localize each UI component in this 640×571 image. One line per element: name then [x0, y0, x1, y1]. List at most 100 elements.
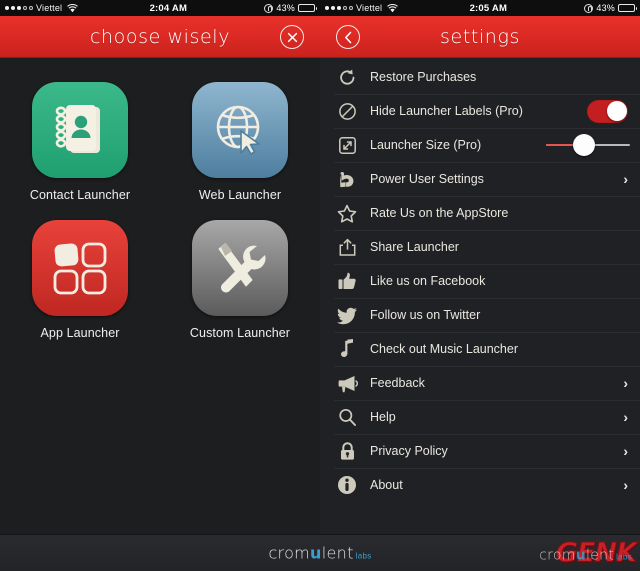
signal-dot: [11, 6, 15, 10]
right-navbar: settings: [320, 16, 640, 58]
right-nav-title: settings: [440, 26, 520, 48]
share-icon: [334, 234, 360, 260]
magnifier-icon: [334, 404, 360, 430]
status-time-right: 2:05 AM: [469, 2, 508, 14]
four-squares-icon: [32, 220, 128, 316]
info-icon: [334, 472, 360, 498]
launcher-label: Contact Launcher: [29, 188, 131, 202]
star-icon: [334, 200, 360, 226]
phone-panes: Viettel 2:04 AM 43% choose wisely Contac…: [0, 0, 640, 534]
bicep-icon: [334, 166, 360, 192]
no-entry-icon: [334, 98, 360, 124]
launcher-grid: Contact Launcher Web Launcher App Launch…: [0, 58, 320, 340]
left-navbar: choose wisely: [0, 16, 320, 58]
settings-row-power-user-settings[interactable]: Power User Settings ›: [320, 162, 640, 196]
launcher-tile-contact[interactable]: Contact Launcher: [15, 82, 145, 202]
launcher-tile-web[interactable]: Web Launcher: [175, 82, 305, 202]
settings-row-privacy-policy[interactable]: Privacy Policy ›: [320, 434, 640, 468]
wifi-icon: [67, 3, 79, 13]
twitter-bird-icon: [334, 302, 360, 328]
launcher-tile-app[interactable]: App Launcher: [15, 220, 145, 340]
settings-row-music-launcher[interactable]: Check out Music Launcher: [320, 332, 640, 366]
left-nav-title: choose wisely: [89, 26, 231, 48]
slider-knob[interactable]: [572, 134, 595, 156]
lock-icon: [334, 438, 360, 464]
settings-row-help[interactable]: Help ›: [320, 400, 640, 434]
watermark-suffix: lent: [586, 547, 615, 564]
signal-dot: [337, 6, 341, 10]
settings-row-share-launcher[interactable]: Share Launcher: [320, 230, 640, 264]
chevron-right-icon: ›: [623, 375, 628, 391]
launcher-label: Web Launcher: [198, 188, 282, 202]
settings-row-about[interactable]: About ›: [320, 468, 640, 502]
status-left-group: Viettel: [325, 3, 399, 13]
settings-row-label: Feedback: [370, 376, 425, 390]
resize-icon: [334, 132, 360, 158]
settings-row-launcher-size[interactable]: Launcher Size (Pro): [320, 128, 640, 162]
status-bar-left: Viettel 2:04 AM 43%: [0, 0, 320, 16]
settings-row-hide-launcher-labels[interactable]: Hide Launcher Labels (Pro): [320, 94, 640, 128]
signal-dot-empty: [23, 6, 27, 10]
rotation-lock-icon: [584, 3, 594, 13]
settings-row-like-facebook[interactable]: Like us on Facebook: [320, 264, 640, 298]
status-left-group: Viettel: [5, 3, 79, 13]
battery-icon: [618, 4, 637, 12]
signal-strength-dots: [325, 6, 353, 10]
globe-cursor-icon: [192, 82, 288, 178]
status-right-group: 43%: [584, 3, 637, 13]
chevron-right-icon: ›: [623, 443, 628, 459]
status-time-left: 2:04 AM: [149, 2, 188, 14]
launcher-label: App Launcher: [40, 326, 120, 340]
watermark-labs: labs: [616, 552, 632, 562]
settings-row-label: Launcher Size (Pro): [370, 138, 482, 152]
chevron-right-icon: ›: [623, 409, 628, 425]
close-icon[interactable]: [280, 25, 304, 49]
chevron-left-icon[interactable]: [336, 25, 360, 49]
footer-watermark-bar: crom u lent labs GENK crom u lent labs: [0, 534, 640, 571]
watermark-accent-letter: u: [310, 543, 322, 563]
settings-row-label: Privacy Policy: [370, 444, 448, 458]
launcher-size-slider[interactable]: [546, 134, 630, 156]
settings-row-label: Help: [370, 410, 396, 424]
settings-row-label: Share Launcher: [370, 240, 459, 254]
settings-row-label: Power User Settings: [370, 172, 484, 186]
status-bar-right: Viettel 2:05 AM 43%: [320, 0, 640, 16]
refresh-icon: [334, 64, 360, 90]
status-right-group: 43%: [264, 3, 317, 13]
signal-dot: [17, 6, 21, 10]
chevron-right-icon: ›: [623, 171, 628, 187]
hide-labels-toggle[interactable]: [587, 99, 628, 123]
hammer-wrench-icon: [192, 220, 288, 316]
cromulent-labs-watermark-right: crom u lent labs: [539, 547, 632, 563]
watermark-suffix: lent: [321, 543, 354, 563]
signal-dot: [5, 6, 9, 10]
signal-dot-empty: [349, 6, 353, 10]
watermark-prefix: crom: [539, 547, 576, 564]
launcher-tile-custom[interactable]: Custom Launcher: [175, 220, 305, 340]
watermark-labs: labs: [355, 551, 372, 561]
settings-row-rate-us[interactable]: Rate Us on the AppStore: [320, 196, 640, 230]
settings-row-label: About: [370, 478, 403, 492]
settings-row-restore-purchases[interactable]: Restore Purchases: [320, 60, 640, 94]
toggle-knob: [606, 101, 627, 121]
settings-row-label: Follow us on Twitter: [370, 308, 481, 322]
battery-percent-right: 43%: [596, 3, 615, 13]
watermark-prefix: crom: [268, 543, 311, 563]
cromulent-labs-watermark: crom u lent labs: [268, 544, 371, 563]
screenshot-root: Viettel 2:04 AM 43% choose wisely Contac…: [0, 0, 640, 571]
megaphone-icon: [334, 370, 360, 396]
music-note-icon: [334, 336, 360, 362]
signal-dot: [325, 6, 329, 10]
settings-row-label: Hide Launcher Labels (Pro): [370, 104, 523, 118]
left-pane: Viettel 2:04 AM 43% choose wisely Contac…: [0, 0, 320, 534]
launcher-label: Custom Launcher: [189, 326, 291, 340]
battery-icon: [298, 4, 317, 12]
rotation-lock-icon: [264, 3, 274, 13]
signal-dot-empty: [29, 6, 33, 10]
settings-row-label: Rate Us on the AppStore: [370, 206, 509, 220]
thumbs-up-icon: [334, 268, 360, 294]
settings-row-follow-twitter[interactable]: Follow us on Twitter: [320, 298, 640, 332]
settings-row-label: Restore Purchases: [370, 70, 477, 84]
settings-row-feedback[interactable]: Feedback ›: [320, 366, 640, 400]
address-book-icon: [32, 82, 128, 178]
